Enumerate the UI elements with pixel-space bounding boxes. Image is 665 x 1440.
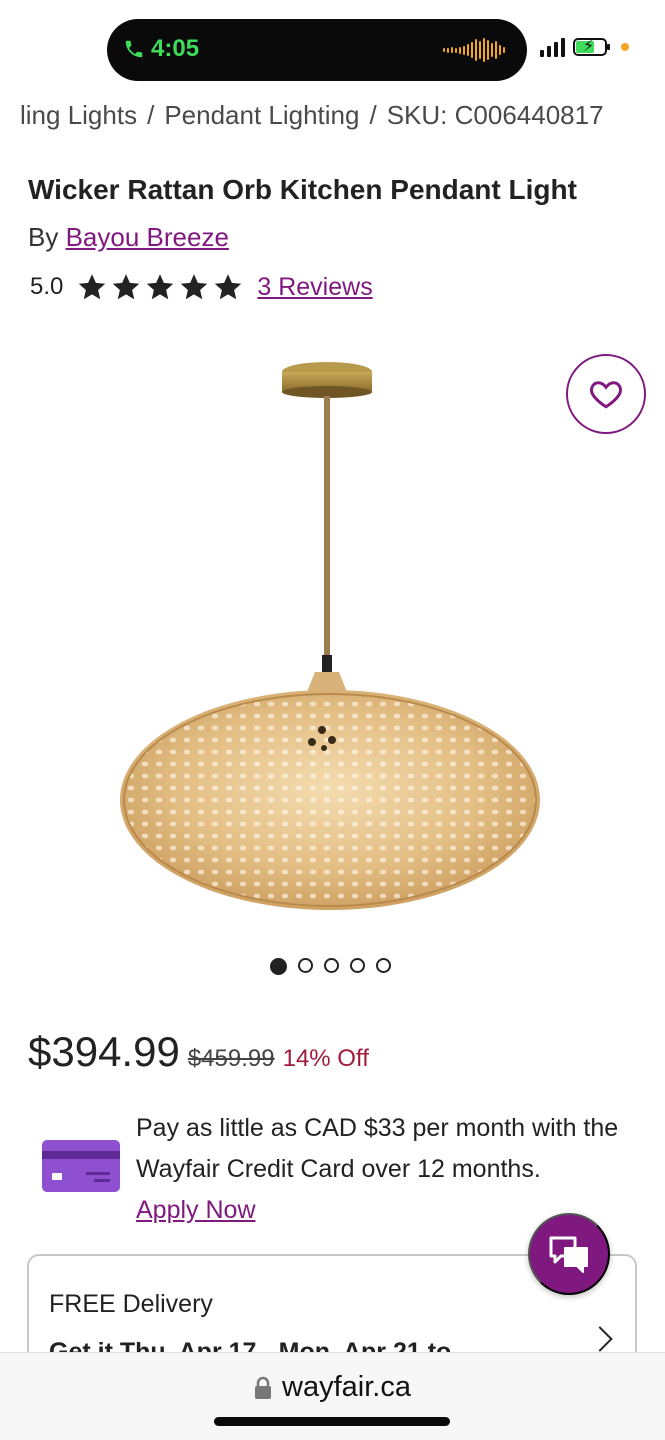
breadcrumb-item[interactable]: Pendant Lighting <box>164 100 359 130</box>
delivery-title: FREE Delivery <box>49 1290 213 1318</box>
discount-badge: 14% Off <box>282 1045 369 1072</box>
rating-value: 5.0 <box>30 273 64 300</box>
breadcrumb-separator: / <box>369 100 377 130</box>
audio-waveform-icon <box>443 38 505 62</box>
breadcrumb-sku: SKU: C006440817 <box>386 100 604 130</box>
active-call-indicator[interactable]: 4:05 <box>123 35 199 63</box>
status-time: 4:05 <box>151 35 200 62</box>
original-price: $459.99 <box>187 1045 275 1072</box>
brand-link[interactable]: Bayou Breeze <box>66 222 229 252</box>
lock-icon <box>255 1376 272 1399</box>
star-icon <box>79 274 106 300</box>
financing-text: Pay as little as CAD $33 per month with … <box>136 1114 619 1183</box>
carousel-dot[interactable] <box>350 958 365 973</box>
brand-line: By Bayou Breeze <box>28 222 229 253</box>
chat-bubbles-icon <box>549 1236 588 1273</box>
status-indicators: ⚡ <box>540 37 629 57</box>
dynamic-island[interactable]: 4:05 <box>107 19 527 81</box>
star-icon <box>181 274 208 300</box>
product-title: Wicker Rattan Orb Kitchen Pendant Light <box>28 174 577 205</box>
pendant-lamp-image <box>120 362 540 910</box>
carousel-dot[interactable] <box>324 958 339 973</box>
breadcrumb-item[interactable]: ling Lights <box>20 100 137 130</box>
star-icon <box>113 274 140 300</box>
carousel-dot[interactable] <box>376 958 391 973</box>
product-image[interactable] <box>110 350 560 930</box>
carousel-dot-active[interactable] <box>270 958 287 975</box>
url-text: wayfair.ca <box>282 1371 411 1403</box>
phone-icon <box>125 40 143 58</box>
sale-price: $394.99 <box>28 1028 180 1075</box>
breadcrumb-separator: / <box>147 100 155 130</box>
privacy-indicator-dot <box>621 43 629 51</box>
star-rating <box>77 272 243 302</box>
price-row: $394.99 $459.99 14% Off <box>28 1028 369 1076</box>
financing-promo: Pay as little as CAD $33 per month with … <box>136 1108 636 1231</box>
breadcrumb: ling Lights / Pendant Lighting / SKU: C00644… <box>20 100 660 131</box>
status-bar: 4:05 ⚡ <box>0 0 665 96</box>
signal-icon <box>540 37 565 57</box>
url-display[interactable]: wayfair.ca <box>0 1371 665 1404</box>
rating-row: 5.0 3 Reviews <box>30 272 373 302</box>
reviews-link[interactable]: 3 Reviews <box>257 273 372 302</box>
carousel-dots <box>270 958 391 975</box>
chevron-right-icon <box>587 1326 613 1352</box>
battery-charging-icon: ⚡ <box>573 38 610 56</box>
by-label: By <box>28 222 59 252</box>
browser-address-bar[interactable]: wayfair.ca <box>0 1352 665 1440</box>
carousel-dot[interactable] <box>298 958 313 973</box>
favorite-button[interactable] <box>566 354 646 434</box>
apply-now-link[interactable]: Apply Now <box>136 1196 256 1224</box>
home-indicator[interactable] <box>214 1417 450 1426</box>
credit-card-icon <box>42 1140 120 1192</box>
heart-icon <box>590 381 622 409</box>
star-icon <box>215 274 242 300</box>
chat-button[interactable] <box>528 1213 610 1295</box>
star-icon <box>147 274 174 300</box>
